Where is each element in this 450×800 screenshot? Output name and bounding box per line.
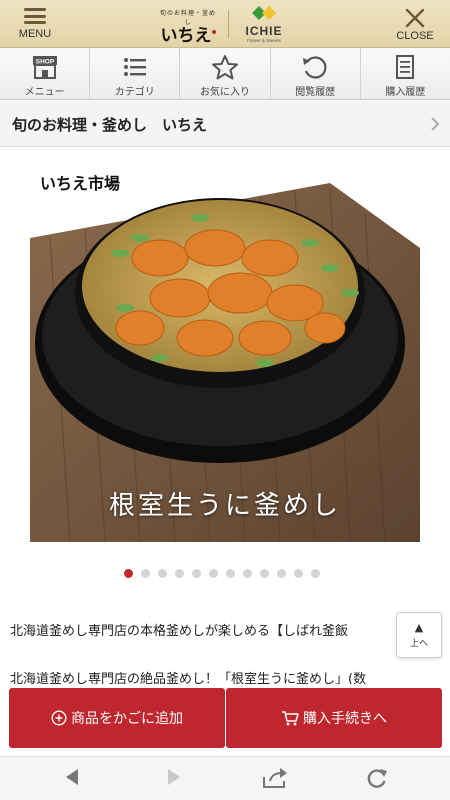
nav-item-label: お気に入り xyxy=(200,87,250,98)
hero-slide-image[interactable]: いちえ市場 根室生うに釜めし xyxy=(30,158,420,542)
carousel-dot[interactable] xyxy=(294,569,303,578)
checkout-button[interactable]: 購入手続きへ xyxy=(226,688,442,748)
breadcrumb-title: 旬のお料理・釜めし いちえ xyxy=(12,116,208,134)
product-description-line[interactable]: 北海道釜めし専門店の本格釜めしが楽しめる【しばれ釜飯 xyxy=(10,620,450,639)
forward-icon[interactable] xyxy=(166,767,182,787)
ichie-logo[interactable]: ICHIE Flower & Sweets xyxy=(236,5,292,43)
carousel-dot[interactable] xyxy=(141,569,150,578)
store-logo-tagline: 旬のお料理・釜めし xyxy=(159,10,216,26)
checkout-label: 購入手続きへ xyxy=(303,711,387,727)
nav-item-favorites[interactable]: お気に入り xyxy=(180,48,271,99)
carousel-dot[interactable] xyxy=(124,569,133,578)
menu-label: MENU xyxy=(18,28,52,40)
menu-button[interactable]: MENU xyxy=(10,6,60,44)
leaf-icon xyxy=(252,6,276,20)
browser-toolbar xyxy=(0,756,450,800)
receipt-icon xyxy=(396,55,415,79)
nav-item-label: 閲覧履歴 xyxy=(295,87,336,98)
nav-item-purchase-history[interactable]: 購入履歴 xyxy=(361,48,450,99)
share-icon[interactable] xyxy=(262,767,288,789)
nav-item-label: メニュー xyxy=(24,87,65,98)
ichie-logo-word: ICHIE xyxy=(245,24,283,38)
ichie-logo-sub: Flower & Sweets xyxy=(247,38,281,43)
star-icon xyxy=(212,55,238,80)
carousel-dots[interactable] xyxy=(124,569,320,578)
hero-brand-logo: いちえ市場 xyxy=(40,174,121,193)
plus-circle-icon xyxy=(51,710,67,726)
reload-icon[interactable] xyxy=(366,767,388,789)
store-logo-name: いちえ xyxy=(160,26,212,46)
action-bar: 商品をかごに追加 購入手続きへ xyxy=(0,684,450,756)
shop-icon: SHOP xyxy=(32,56,57,79)
cart-icon xyxy=(282,711,299,726)
logo-divider xyxy=(228,10,229,38)
add-to-cart-label: 商品をかごに追加 xyxy=(71,711,183,727)
carousel-dot[interactable] xyxy=(209,569,218,578)
close-label: CLOSE xyxy=(396,30,434,42)
nav-item-category[interactable]: カテゴリ xyxy=(90,48,181,99)
carousel-dot[interactable] xyxy=(175,569,184,578)
breadcrumb[interactable]: 旬のお料理・釜めし いちえ xyxy=(0,101,450,147)
hamburger-icon xyxy=(24,8,46,24)
nav-item-label: カテゴリ xyxy=(114,87,155,98)
carousel-dot[interactable] xyxy=(192,569,201,578)
history-icon xyxy=(303,56,327,79)
close-icon xyxy=(405,8,425,28)
carousel-dot[interactable] xyxy=(277,569,286,578)
carousel-dot[interactable] xyxy=(158,569,167,578)
top-header: MENU 旬のお料理・釜めし いちえ ICHIE Flower & Sweets… xyxy=(0,0,450,48)
back-icon[interactable] xyxy=(64,767,80,787)
carousel-dot[interactable] xyxy=(311,569,320,578)
close-button[interactable]: CLOSE xyxy=(390,6,440,44)
add-to-cart-button[interactable]: 商品をかごに追加 xyxy=(9,688,225,748)
nav-item-menu[interactable]: SHOP メニュー xyxy=(0,48,91,99)
carousel-dot[interactable] xyxy=(243,569,252,578)
list-icon xyxy=(123,58,146,76)
arrow-up-icon: ▲ xyxy=(414,621,424,634)
carousel-dot[interactable] xyxy=(260,569,269,578)
back-to-top-button[interactable]: ▲ 上へ xyxy=(396,612,442,658)
store-logo[interactable]: 旬のお料理・釜めし いちえ xyxy=(158,8,218,46)
hero-caption: 根室生うに釜めし xyxy=(108,491,341,521)
back-to-top-label: 上へ xyxy=(409,639,428,649)
carousel-dot[interactable] xyxy=(226,569,235,578)
nav-item-history[interactable]: 閲覧履歴 xyxy=(271,48,361,99)
nav-bar: SHOP メニュー カテゴリ お気に入り 閲覧履歴 購入履歴 xyxy=(0,48,450,100)
chevron-right-icon xyxy=(431,117,440,131)
nav-item-label: 購入履歴 xyxy=(385,87,426,98)
